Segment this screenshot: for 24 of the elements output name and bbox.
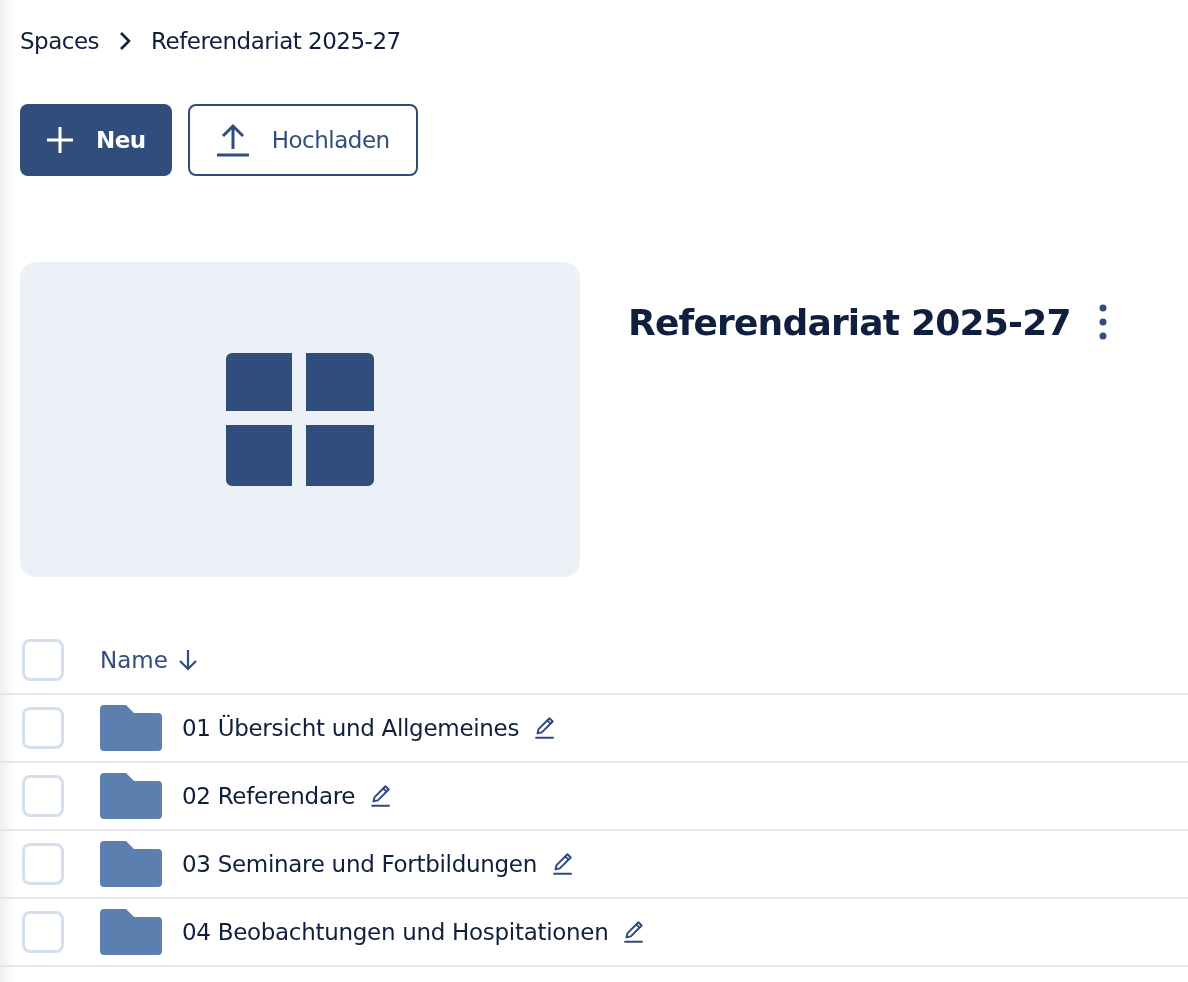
folder-name[interactable]: 02 Referendare: [182, 783, 356, 809]
breadcrumb-item[interactable]: Spaces: [20, 28, 100, 54]
plus-icon: [46, 126, 74, 154]
checkbox[interactable]: [22, 639, 64, 681]
upload-button[interactable]: Hochladen: [187, 104, 418, 176]
chevron-right-icon: [119, 31, 132, 51]
folder-icon: [100, 841, 162, 887]
checkbox[interactable]: [22, 843, 64, 885]
grid-icon: [226, 353, 374, 486]
folder-icon: [100, 773, 162, 819]
folder-icon: [100, 909, 162, 955]
more-icon[interactable]: [1098, 304, 1107, 340]
new-button[interactable]: Neu: [20, 104, 172, 176]
folder-name[interactable]: 01 Übersicht und Allgemeines: [182, 715, 520, 741]
folder-name[interactable]: 04 Beobachtungen und Hospitationen: [182, 919, 609, 945]
folder-icon: [100, 705, 162, 751]
checkbox[interactable]: [22, 707, 64, 749]
checkbox[interactable]: [22, 775, 64, 817]
checkbox[interactable]: [22, 911, 64, 953]
space-title: Referendariat 2025-27: [628, 301, 1071, 343]
folder-name[interactable]: 03 Seminare und Fortbildungen: [182, 851, 537, 877]
upload-icon: [215, 123, 250, 157]
column-header[interactable]: Name: [100, 647, 198, 673]
breadcrumb-item: Referendariat 2025-27: [151, 28, 401, 54]
